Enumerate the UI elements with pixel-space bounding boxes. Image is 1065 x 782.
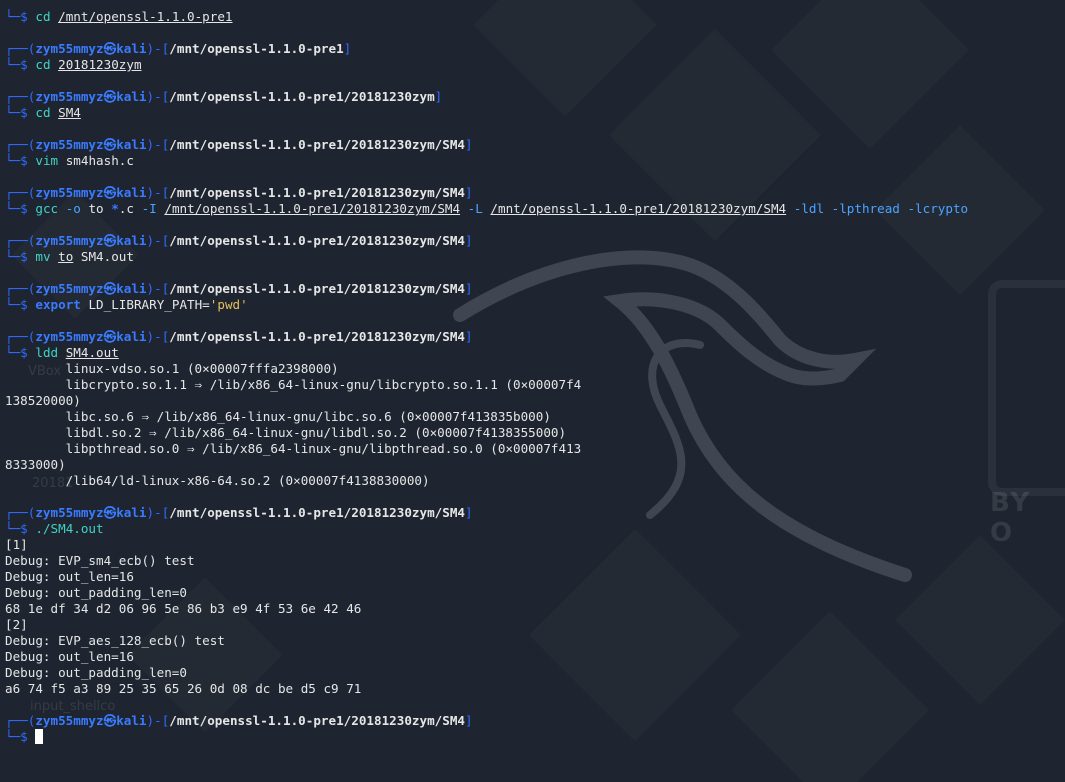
command-name: cd xyxy=(35,9,51,24)
command-name: mv xyxy=(35,249,51,264)
prompt-header: ┌──(zym55mmyz㉿kali)-[/mnt/openssl-1.1.0-… xyxy=(5,89,443,104)
prompt-user: zym55mmyz xyxy=(35,41,104,56)
command-name: ldd xyxy=(35,345,59,360)
prompt-header: ┌──(zym55mmyz㉿kali)-[/mnt/openssl-1.1.0-… xyxy=(5,185,473,200)
command-arg: SM4 xyxy=(58,105,81,120)
prompt-path: /mnt/openssl-1.1.0-pre1/20181230zym/SM4 xyxy=(169,329,465,344)
command-arg: /mnt/openssl-1.1.0-pre1 xyxy=(58,9,233,24)
command-glob: * xyxy=(111,201,119,216)
prompt-header: ┌──(zym55mmyz㉿kali)-[/mnt/openssl-1.1.0-… xyxy=(5,137,473,152)
output-line: 68 1e df 34 d2 06 96 5e 86 b3 e9 4f 53 6… xyxy=(5,601,362,616)
output-line: Debug: out_padding_len=0 xyxy=(5,665,187,680)
output-line: libcrypto.so.1.1 ⇒ /lib/x86_64-linux-gnu… xyxy=(5,377,582,392)
prompt-path: /mnt/openssl-1.1.0-pre1/20181230zym/SM4 xyxy=(169,185,465,200)
output-line: libpthread.so.0 ⇒ /lib/x86_64-linux-gnu/… xyxy=(5,441,582,456)
output-line: 138520000) xyxy=(5,393,81,408)
output-line: linux-vdso.so.1 (0×00007fffa2398000) xyxy=(5,361,339,376)
command-line: └─$ ./SM4.out xyxy=(5,521,104,536)
command-line: └─$ mv to SM4.out xyxy=(5,249,134,264)
command-arg: LD_LIBRARY_PATH= xyxy=(88,297,210,312)
command-flag: -L xyxy=(467,201,483,216)
active-command-line[interactable]: └─$ xyxy=(5,729,1065,745)
command-line: └─$ cd 20181230zym xyxy=(5,57,142,72)
prompt-header: ┌──(zym55mmyz㉿kali)-[/mnt/openssl-1.1.0-… xyxy=(5,713,473,728)
command-flag: -ldl -lpthread -lcrypto xyxy=(793,201,969,216)
command-arg: SM4.out xyxy=(65,345,119,360)
output-line: 8333000) xyxy=(5,457,66,472)
command-line: └─$ export LD_LIBRARY_PATH='pwd' xyxy=(5,297,248,312)
prompt-path: /mnt/openssl-1.1.0-pre1/20181230zym xyxy=(169,89,435,104)
prompt-path: /mnt/openssl-1.1.0-pre1/20181230zym/SM4 xyxy=(169,505,465,520)
output-line: Debug: EVP_sm4_ecb() test xyxy=(5,553,195,568)
prompt-header: ┌──(zym55mmyz㉿kali)-[/mnt/openssl-1.1.0-… xyxy=(5,233,473,248)
command-arg: .c xyxy=(118,201,134,216)
prompt-path: /mnt/openssl-1.1.0-pre1 xyxy=(169,41,344,56)
command-arg: to xyxy=(88,201,104,216)
command-arg: to xyxy=(58,249,74,264)
output-line: [1] xyxy=(5,537,28,552)
prompt-header: ┌──(zym55mmyz㉿kali)-[/mnt/openssl-1.1.0-… xyxy=(5,329,473,344)
output-line: /lib64/ld-linux-x86-64.so.2 (0×00007f413… xyxy=(5,473,430,488)
command-string: 'pwd' xyxy=(209,297,248,312)
output-line: [2] xyxy=(5,617,28,632)
command-name: ./SM4.out xyxy=(35,521,104,536)
output-line: Debug: out_len=16 xyxy=(5,569,134,584)
command-arg: sm4hash.c xyxy=(65,153,134,168)
command-flag: -I xyxy=(141,201,157,216)
prompt-header: ┌──(zym55mmyz㉿kali)-[/mnt/openssl-1.1.0-… xyxy=(5,281,473,296)
output-line: Debug: out_padding_len=0 xyxy=(5,585,187,600)
prompt-path: /mnt/openssl-1.1.0-pre1/20181230zym/SM4 xyxy=(169,713,465,728)
command-line: └─$ cd SM4 xyxy=(5,105,81,120)
output-line: Debug: EVP_aes_128_ecb() test xyxy=(5,633,225,648)
prompt-dollar: $ xyxy=(20,9,28,24)
output-line: a6 74 f5 a3 89 25 35 65 26 0d 08 dc be d… xyxy=(5,681,362,696)
terminal[interactable]: └─$ cd /mnt/openssl-1.1.0-pre1 ┌──(zym55… xyxy=(5,9,1065,745)
command-arg: 20181230zym xyxy=(58,57,142,72)
prompt-header: ┌──(zym55mmyz㉿kali)-[/mnt/openssl-1.1.0-… xyxy=(5,505,473,520)
prompt-path: /mnt/openssl-1.1.0-pre1/20181230zym/SM4 xyxy=(169,233,465,248)
prompt-path: /mnt/openssl-1.1.0-pre1/20181230zym/SM4 xyxy=(169,137,465,152)
prompt-path: /mnt/openssl-1.1.0-pre1/20181230zym/SM4 xyxy=(169,281,465,296)
command-name: gcc xyxy=(35,201,59,216)
command-name: export xyxy=(35,297,81,312)
command-arg: SM4.out xyxy=(80,249,134,264)
command-line: └─$ cd /mnt/openssl-1.1.0-pre1 xyxy=(5,9,233,24)
text-cursor[interactable] xyxy=(35,729,44,744)
prompt-host: kali xyxy=(116,41,147,56)
prompt-at: ㉿ xyxy=(103,41,117,56)
command-name: cd xyxy=(35,105,51,120)
output-line: libc.so.6 ⇒ /lib/x86_64-linux-gnu/libc.s… xyxy=(5,409,551,424)
command-line: └─$ ldd SM4.out xyxy=(5,345,119,360)
command-name: cd xyxy=(35,57,51,72)
command-name: vim xyxy=(35,153,59,168)
command-line: └─$ gcc -o to *.c -I /mnt/openssl-1.1.0-… xyxy=(5,201,969,216)
command-arg: /mnt/openssl-1.1.0-pre1/20181230zym/SM4 xyxy=(164,201,461,216)
output-line: Debug: out_len=16 xyxy=(5,649,134,664)
command-arg: /mnt/openssl-1.1.0-pre1/20181230zym/SM4 xyxy=(490,201,787,216)
command-line: └─$ vim sm4hash.c xyxy=(5,153,134,168)
prompt-header: ┌──(zym55mmyz㉿kali)-[/mnt/openssl-1.1.0-… xyxy=(5,41,352,56)
output-line: libdl.so.2 ⇒ /lib/x86_64-linux-gnu/libdl… xyxy=(5,425,567,440)
command-flag: -o xyxy=(65,201,81,216)
